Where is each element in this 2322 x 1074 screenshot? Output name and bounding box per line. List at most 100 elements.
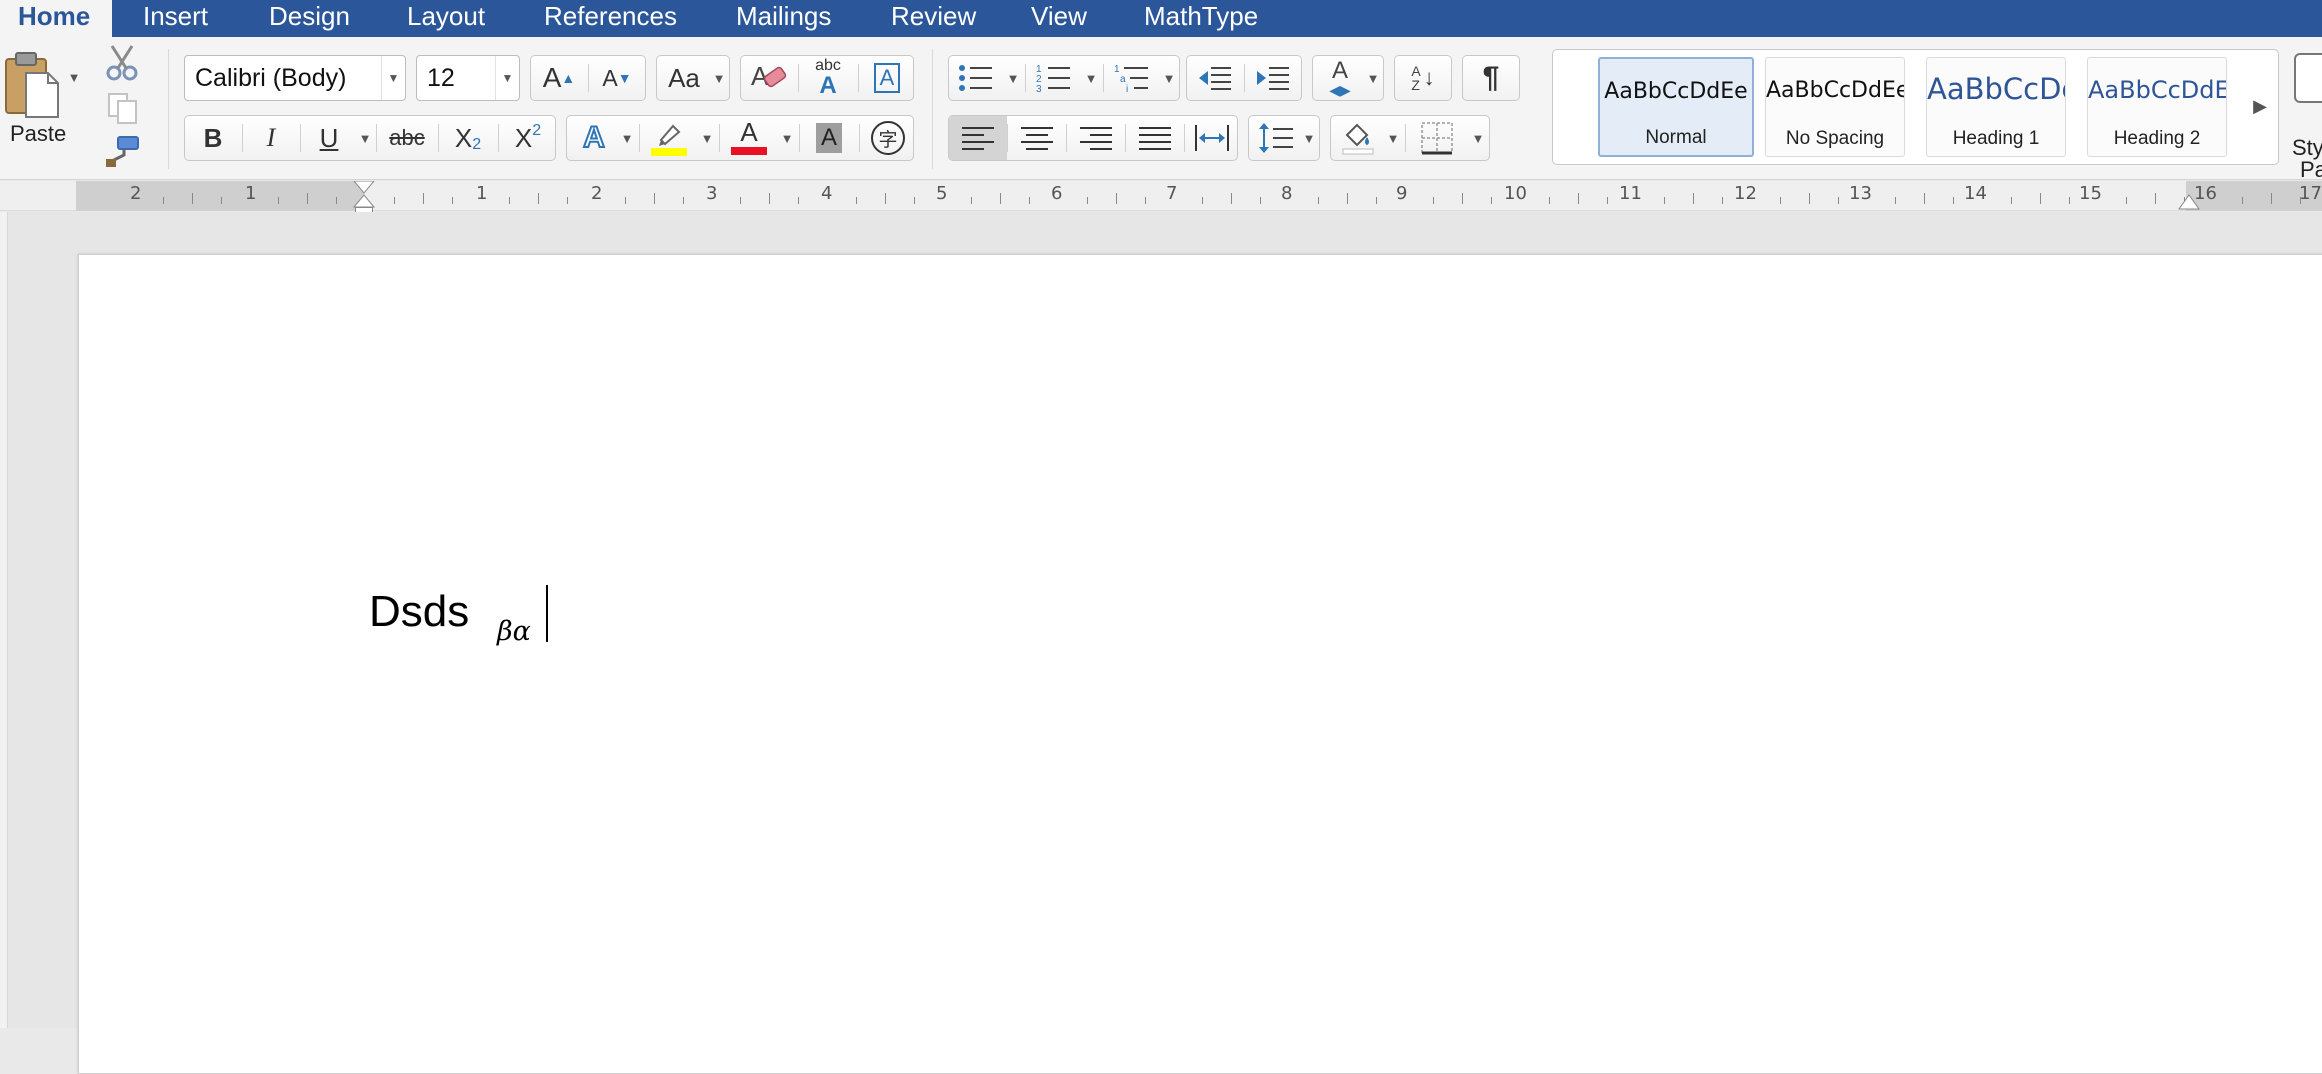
tab-references[interactable]: References bbox=[544, 0, 677, 37]
bullets-button[interactable] bbox=[949, 56, 1003, 100]
ruler-tick bbox=[278, 197, 280, 204]
style-name: Heading 1 bbox=[1952, 128, 2040, 149]
strikethrough-button[interactable]: abc bbox=[377, 116, 437, 160]
mathtype-equation[interactable]: βα bbox=[497, 616, 531, 647]
ruler-number: 11 bbox=[1619, 183, 1642, 204]
change-case-button[interactable]: Aa ▼ bbox=[656, 55, 730, 101]
justify-button[interactable] bbox=[1126, 116, 1184, 160]
ruler-number: 3 bbox=[706, 183, 718, 204]
style-heading-1[interactable]: AaBbCcDc Heading 1 bbox=[1926, 57, 2066, 157]
tab-view[interactable]: View bbox=[1031, 0, 1087, 37]
font-size-value: 12 bbox=[427, 63, 455, 92]
italic-button[interactable]: I bbox=[243, 116, 299, 160]
paste-label: Paste bbox=[10, 121, 67, 146]
paste-dropdown-icon[interactable]: ▼ bbox=[64, 55, 84, 99]
copy-icon[interactable] bbox=[106, 91, 140, 125]
text-effects-abc-button[interactable]: abc A bbox=[799, 56, 857, 100]
borders-button[interactable] bbox=[1407, 116, 1467, 160]
paste-button[interactable]: ▼ Paste bbox=[0, 37, 105, 180]
underline-dropdown-icon[interactable]: ▼ bbox=[355, 116, 375, 160]
underline-button[interactable]: U bbox=[301, 116, 357, 160]
line-spacing-button[interactable]: ▼ bbox=[1248, 115, 1320, 161]
grow-font-button[interactable]: A ▲ bbox=[531, 56, 587, 100]
tab-home[interactable]: Home bbox=[0, 0, 112, 37]
ruler-tick bbox=[1837, 197, 1839, 204]
clear-formatting-button[interactable]: A bbox=[741, 56, 797, 100]
bold-icon: B bbox=[203, 122, 223, 153]
chevron-down-icon[interactable]: ▼ bbox=[617, 116, 637, 160]
styles-pane-button[interactable]: Sty Pa bbox=[2292, 51, 2322, 181]
subscript-button[interactable]: X2 bbox=[439, 116, 497, 160]
chevron-down-icon: ▼ bbox=[381, 56, 405, 100]
ruler-number: 14 bbox=[1964, 183, 1987, 204]
superscript-icon: X bbox=[514, 122, 533, 153]
ruler-tick bbox=[1231, 193, 1233, 204]
text-effects-button[interactable]: A bbox=[569, 116, 619, 160]
tab-layout[interactable]: Layout bbox=[407, 0, 485, 37]
tab-mathtype[interactable]: MathType bbox=[1144, 0, 1258, 37]
ruler-tick bbox=[1722, 197, 1724, 204]
right-indent-marker[interactable] bbox=[2177, 193, 2201, 211]
multilevel-list-button[interactable]: 1 a i bbox=[1105, 56, 1159, 100]
character-shading-button[interactable]: A bbox=[801, 116, 857, 160]
change-case-icon: Aa bbox=[659, 56, 709, 100]
styles-pane-icon bbox=[2294, 53, 2322, 103]
font-style-group: B I U ▼ abc X2 X2 bbox=[184, 115, 556, 161]
change-case-text: Aa bbox=[668, 62, 700, 93]
chevron-down-icon[interactable]: ▼ bbox=[1159, 56, 1179, 100]
tab-insert[interactable]: Insert bbox=[143, 0, 208, 37]
cut-icon[interactable] bbox=[104, 43, 140, 83]
ruler-tick bbox=[1144, 197, 1146, 204]
distributed-button[interactable] bbox=[1185, 116, 1239, 160]
font-color-swatch bbox=[731, 146, 767, 155]
chevron-down-icon[interactable]: ▼ bbox=[697, 116, 717, 160]
ruler-tick bbox=[1260, 197, 1262, 204]
document-text[interactable]: Dsds bbox=[369, 587, 469, 637]
shrink-font-button[interactable]: A ▼ bbox=[589, 56, 645, 100]
chevron-down-icon: ▼ bbox=[1366, 70, 1380, 86]
decrease-indent-button[interactable] bbox=[1187, 56, 1243, 100]
ruler-tick bbox=[971, 197, 973, 204]
font-color-button[interactable]: A bbox=[721, 116, 777, 160]
underline-icon: U bbox=[319, 122, 339, 153]
style-no-spacing[interactable]: AaBbCcDdEe No Spacing bbox=[1765, 57, 1905, 157]
subscript-icon: X bbox=[454, 122, 473, 153]
tab-mailings[interactable]: Mailings bbox=[736, 0, 831, 37]
ruler-tick bbox=[2126, 197, 2128, 204]
document-page[interactable]: Dsds βα bbox=[78, 254, 2322, 1074]
ruler-number: 6 bbox=[1051, 183, 1063, 204]
chevron-down-icon[interactable]: ▼ bbox=[1383, 116, 1403, 160]
style-normal[interactable]: AaBbCcDdEe Normal bbox=[1598, 57, 1754, 157]
sort-button[interactable]: A Z ↓ bbox=[1394, 55, 1452, 101]
align-right-button[interactable] bbox=[1067, 116, 1125, 160]
highlight-color-button[interactable] bbox=[641, 116, 697, 160]
align-left-button[interactable] bbox=[949, 116, 1007, 160]
ruler-number: 9 bbox=[1396, 183, 1408, 204]
style-heading-2[interactable]: AaBbCcDdEe Heading 2 bbox=[2087, 57, 2227, 157]
chevron-down-icon[interactable]: ▼ bbox=[1003, 56, 1023, 100]
ruler-number: 2 bbox=[130, 183, 142, 204]
shading-borders-group: ▼ ▼ bbox=[1330, 115, 1490, 161]
chevron-down-icon[interactable]: ▼ bbox=[777, 116, 797, 160]
align-center-button[interactable] bbox=[1008, 116, 1066, 160]
superscript-button[interactable]: X2 bbox=[499, 116, 557, 160]
styles-scroll-right-icon[interactable]: ▶ bbox=[2248, 86, 2272, 126]
chevron-down-icon[interactable]: ▼ bbox=[1081, 56, 1101, 100]
bold-button[interactable]: B bbox=[185, 116, 241, 160]
format-painter-icon[interactable] bbox=[104, 135, 142, 169]
chevron-down-icon[interactable]: ▼ bbox=[1467, 116, 1489, 160]
character-border-button[interactable]: A bbox=[859, 56, 915, 100]
show-formatting-button[interactable]: ¶ bbox=[1462, 55, 1520, 101]
font-size-dropdown[interactable]: 12 ▼ bbox=[416, 55, 520, 101]
enclose-characters-button[interactable]: 字 bbox=[861, 116, 915, 160]
increase-indent-button[interactable] bbox=[1245, 56, 1301, 100]
ruler-number: 8 bbox=[1281, 183, 1293, 204]
numbering-button[interactable]: 1 2 3 bbox=[1027, 56, 1081, 100]
font-name-dropdown[interactable]: Calibri (Body) ▼ bbox=[184, 55, 406, 101]
horizontal-ruler[interactable]: 2 1 1 2 3 4 5 6 7 8 9 10 11 12 13 14 15 … bbox=[0, 181, 2322, 211]
shading-button[interactable] bbox=[1333, 116, 1383, 160]
text-direction-button[interactable]: A ◀▶ ▼ bbox=[1312, 55, 1384, 101]
ruler-tick bbox=[1115, 193, 1117, 204]
tab-design[interactable]: Design bbox=[269, 0, 350, 37]
tab-review[interactable]: Review bbox=[891, 0, 976, 37]
